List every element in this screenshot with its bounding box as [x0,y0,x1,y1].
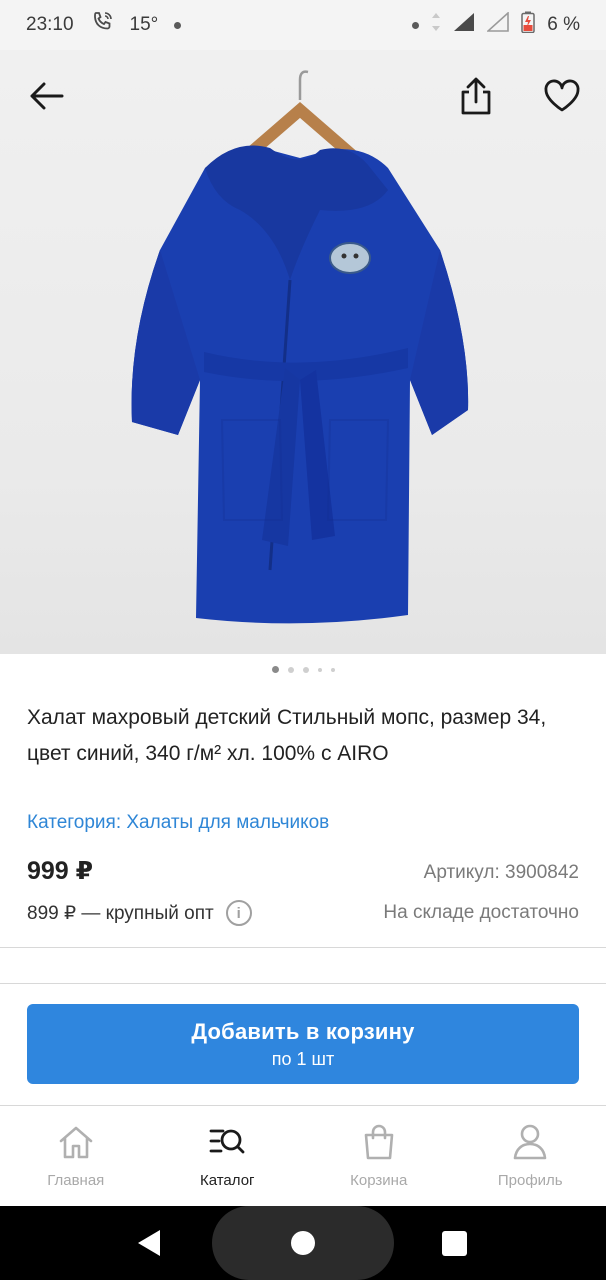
tab-home[interactable]: Главная [0,1106,152,1206]
bag-icon [359,1122,399,1162]
call-icon [90,10,114,40]
status-time: 23:10 [26,14,74,35]
product-article: Артикул: 3900842 [423,862,579,883]
wholesale-price-text: 899 ₽ — крупный опт [27,902,214,924]
tab-label: Корзина [350,1172,408,1189]
add-to-cart-quantity: по 1 шт [271,1048,335,1069]
tab-catalog[interactable]: Каталог [152,1106,304,1206]
tab-profile[interactable]: Профиль [455,1106,606,1206]
nav-recents-icon[interactable] [442,1231,467,1256]
system-nav-bar [0,1206,606,1280]
battery-percent: 6 % [547,14,580,35]
heart-icon [544,79,580,112]
divider [0,983,606,984]
product-title: Халат махровый детский Стильный мопс, ра… [27,706,547,765]
image-pager [0,666,606,673]
wholesale-price: 899 ₽ — крупный опт i [27,900,252,926]
status-temperature: 15° [129,14,159,35]
signal-icon [453,12,475,38]
notification-dot-icon [412,21,420,29]
battery-icon [521,11,535,39]
pager-dot[interactable] [302,666,309,673]
pager-dot[interactable] [330,667,335,672]
bottom-tab-bar: Главная Каталог Корзина Профиль [0,1106,606,1206]
add-to-cart-label: Добавить в корзину [191,1018,415,1044]
back-button[interactable] [22,72,70,120]
arrow-left-icon [30,82,64,110]
robe-illustration [131,70,469,624]
home-icon [56,1122,96,1162]
catalog-search-icon [207,1122,247,1162]
product-price: 999 ₽ [27,857,94,885]
pager-dot[interactable] [271,666,279,673]
profile-icon [510,1122,550,1162]
divider [0,947,606,948]
tab-cart[interactable]: Корзина [303,1106,455,1206]
signal-empty-icon [486,11,510,38]
tab-label: Каталог [199,1172,255,1189]
nav-back-icon[interactable] [136,1228,162,1263]
info-icon[interactable]: i [225,900,252,926]
status-bar: 23:10 15° 6 % [0,0,606,50]
stock-status: На складе достаточно [383,902,579,923]
nav-home-icon[interactable] [291,1231,315,1255]
tab-label: Профиль [497,1172,563,1189]
category-link[interactable]: Категория: Халаты для мальчиков [27,812,329,834]
share-icon [461,77,491,115]
notification-dot-icon [174,21,182,29]
pager-dot[interactable] [317,667,322,672]
data-arrows-icon [431,12,441,38]
product-image[interactable] [0,50,606,654]
favorite-button[interactable] [538,72,586,120]
tab-label: Главная [47,1172,105,1189]
add-to-cart-button[interactable]: Добавить в корзину по 1 шт [27,1004,579,1084]
pager-dot[interactable] [287,666,294,673]
share-button[interactable] [452,72,500,120]
